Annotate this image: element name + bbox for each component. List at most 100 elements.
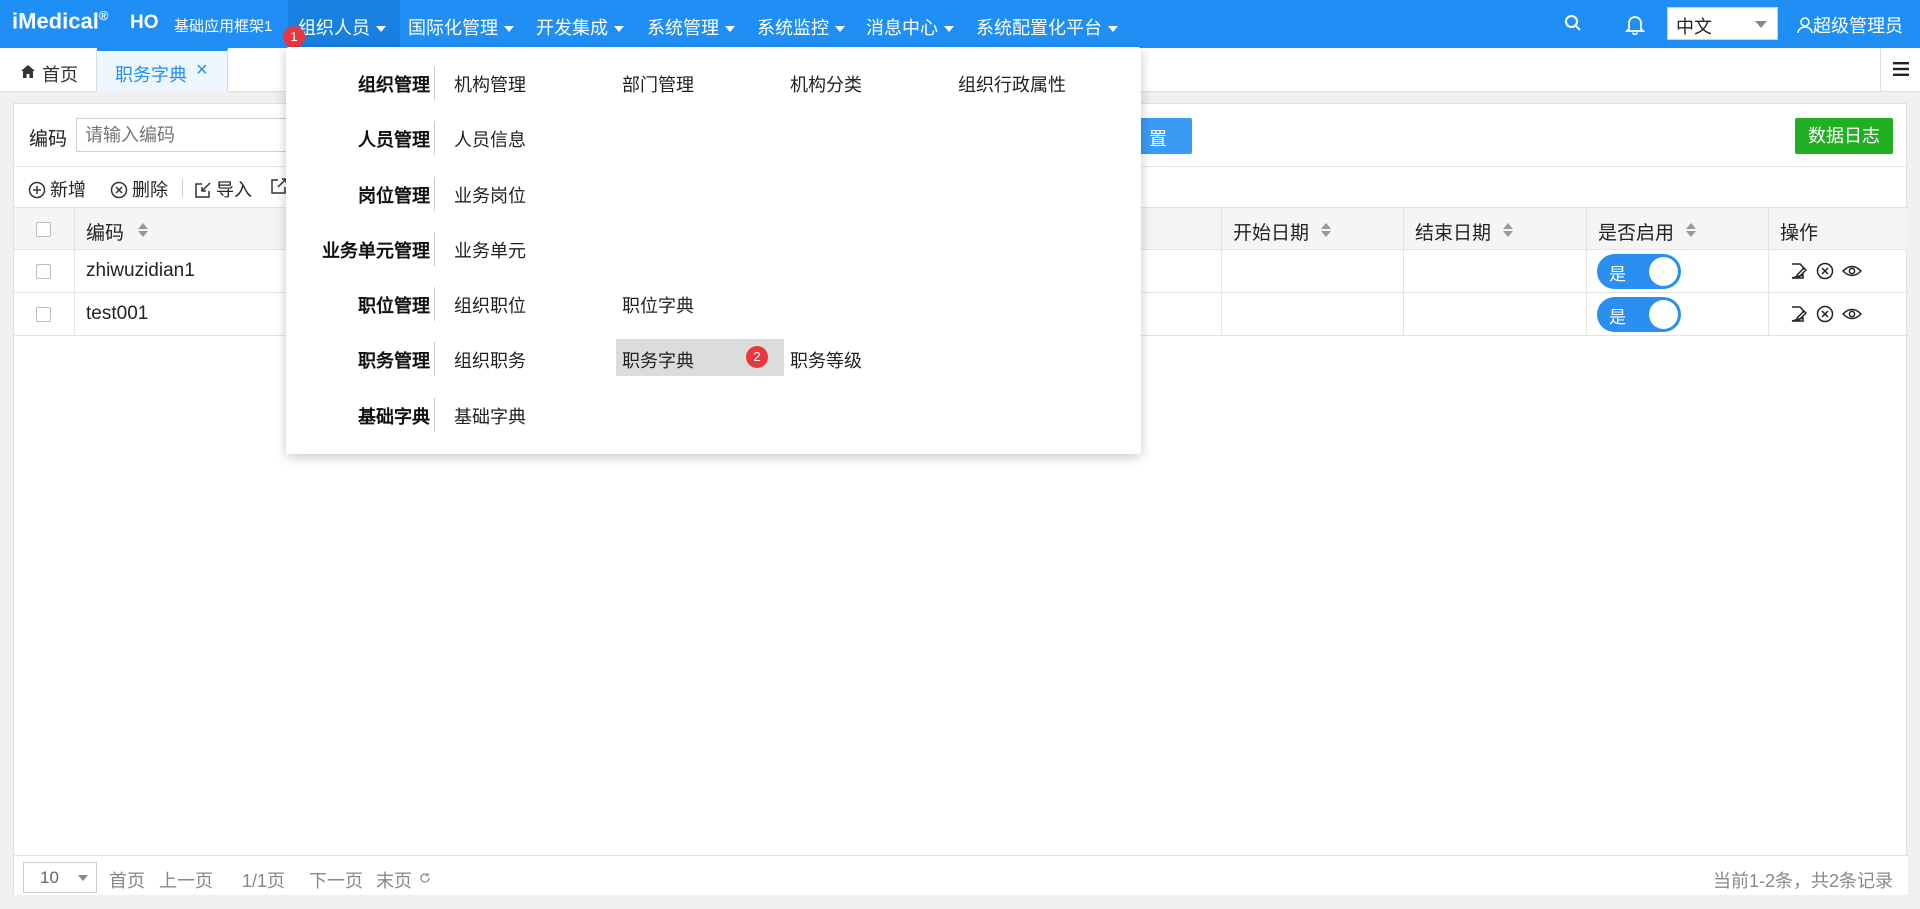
menu-item[interactable]: 组织职务 — [454, 347, 526, 373]
enabled-toggle[interactable]: 是 — [1597, 297, 1681, 332]
sort-icon — [1686, 223, 1696, 237]
menu-category: 基础字典 — [358, 407, 430, 427]
menu-item-duty-dictionary[interactable]: 职务字典 — [622, 347, 694, 373]
import-icon — [195, 182, 211, 198]
caret-down-icon — [944, 26, 954, 33]
prev-page-link[interactable]: 上一页 — [159, 867, 213, 893]
menu-divider — [434, 287, 435, 321]
menu-group-personnel: 人员管理 人员信息 — [286, 118, 1141, 156]
bell-icon[interactable] — [1624, 13, 1646, 40]
cell-end-date — [1404, 250, 1587, 293]
tab-position-dictionary[interactable]: 职务字典 × — [97, 48, 228, 92]
nav-dev-integration[interactable]: 开发集成 — [536, 14, 624, 40]
menu-divider — [434, 66, 435, 100]
user-icon — [1797, 17, 1813, 34]
select-all-checkbox[interactable] — [36, 222, 51, 237]
first-page-link[interactable]: 首页 — [109, 867, 145, 893]
cell-end-date — [1404, 293, 1587, 336]
menu-item[interactable]: 职位字典 — [622, 292, 694, 318]
chevron-down-icon — [78, 875, 88, 881]
cell-start-date — [1222, 250, 1404, 293]
menu-item[interactable]: 机构管理 — [454, 71, 526, 97]
header-end-date[interactable]: 结束日期 — [1404, 208, 1587, 251]
tabs-menu-button[interactable] — [1880, 48, 1920, 92]
hamburger-icon — [1893, 62, 1909, 76]
menu-item[interactable]: 人员信息 — [454, 126, 526, 152]
page-size-select[interactable]: 10 — [23, 862, 97, 893]
language-select[interactable]: 中文 — [1667, 7, 1778, 40]
top-navigation-bar: iMedical® HO 基础应用框架1 组织人员 国际化管理 开发集成 系统管… — [0, 0, 1920, 48]
delete-icon[interactable] — [1816, 262, 1834, 280]
menu-divider — [434, 232, 435, 266]
delete-icon[interactable] — [1816, 305, 1834, 323]
record-summary: 当前1-2条，共2条记录 — [1713, 871, 1894, 891]
menu-category: 岗位管理 — [358, 186, 430, 206]
menu-item[interactable]: 业务单元 — [454, 237, 526, 263]
edit-icon[interactable] — [1789, 305, 1807, 323]
header-start-date[interactable]: 开始日期 — [1222, 208, 1404, 251]
header-actions: 操作 — [1780, 223, 1819, 244]
nav-i18n[interactable]: 国际化管理 — [408, 14, 514, 40]
menu-group-post: 岗位管理 业务岗位 — [286, 174, 1141, 212]
view-icon[interactable] — [1842, 263, 1862, 279]
sort-icon — [1503, 223, 1513, 237]
menu-divider — [434, 177, 435, 211]
nav-message-center[interactable]: 消息中心 — [866, 14, 954, 40]
menu-item[interactable]: 机构分类 — [790, 71, 862, 97]
tab-home[interactable]: 首页 — [0, 48, 97, 91]
caret-down-icon — [725, 26, 735, 33]
row-checkbox[interactable] — [36, 307, 51, 322]
menu-divider — [434, 342, 435, 376]
pagination-bar: 10 首页 上一页 1/1页 下一页 末页 当前1-2条，共2条记录 — [14, 855, 1908, 895]
header-enabled[interactable]: 是否启用 — [1587, 208, 1769, 251]
home-icon — [21, 65, 35, 78]
data-log-button[interactable]: 数据日志 — [1795, 118, 1893, 154]
import-button[interactable]: 导入 — [194, 176, 252, 202]
menu-item[interactable]: 部门管理 — [622, 71, 694, 97]
menu-group-business-unit: 业务单元管理 业务单元 — [286, 229, 1141, 267]
caret-down-icon — [1108, 26, 1118, 33]
menu-item[interactable]: 业务岗位 — [454, 182, 526, 208]
menu-category: 职务管理 — [358, 351, 430, 371]
app-logo: iMedical® — [12, 8, 109, 34]
view-icon[interactable] — [1842, 306, 1862, 322]
menu-item[interactable]: 组织行政属性 — [958, 71, 1066, 97]
user-menu[interactable]: 超级管理员 — [1797, 12, 1903, 38]
org-personnel-dropdown: 组织管理 机构管理 部门管理 机构分类 组织行政属性 人员管理 人员信息 岗位管… — [286, 47, 1141, 454]
page-indicator: 1/1页 — [242, 871, 286, 891]
nav-org-personnel[interactable]: 组织人员 — [298, 14, 386, 40]
cell-enabled: 是 — [1587, 250, 1769, 293]
close-icon[interactable]: × — [196, 59, 208, 82]
menu-item[interactable]: 基础字典 — [454, 403, 526, 429]
caret-down-icon — [835, 26, 845, 33]
menu-group-position: 职位管理 组织职位 职位字典 — [286, 284, 1141, 322]
caret-down-icon — [504, 26, 514, 33]
cell-enabled: 是 — [1587, 293, 1769, 336]
next-page-link[interactable]: 下一页 — [309, 867, 363, 893]
row-select-cell — [14, 293, 75, 336]
search-code-label: 编码 — [29, 129, 68, 150]
delete-button[interactable]: 删除 — [110, 176, 168, 202]
app-subtitle: 基础应用框架1 — [174, 18, 273, 35]
cell-actions — [1769, 250, 1908, 293]
last-page-link[interactable]: 末页 — [376, 867, 412, 893]
refresh-icon[interactable] — [419, 872, 431, 884]
close-circle-icon — [110, 181, 128, 199]
menu-item[interactable]: 职务等级 — [790, 347, 862, 373]
menu-category: 组织管理 — [358, 75, 430, 95]
nav-system-monitor[interactable]: 系统监控 — [757, 14, 845, 40]
enabled-toggle[interactable]: 是 — [1597, 254, 1681, 289]
search-code-input[interactable] — [76, 118, 306, 152]
edit-icon[interactable] — [1789, 262, 1807, 280]
nav-config-platform[interactable]: 系统配置化平台 — [976, 14, 1118, 40]
row-checkbox[interactable] — [36, 264, 51, 279]
menu-group-duty: 职务管理 组织职务 职务字典 2 职务等级 — [286, 339, 1141, 377]
menu-divider — [434, 398, 435, 432]
nav-system-admin[interactable]: 系统管理 — [647, 14, 735, 40]
add-button[interactable]: 新增 — [28, 176, 86, 202]
select-all-cell — [14, 208, 75, 251]
sort-icon — [1321, 223, 1331, 237]
chevron-down-icon — [1755, 21, 1767, 28]
search-icon[interactable] — [1564, 14, 1582, 37]
menu-item[interactable]: 组织职位 — [454, 292, 526, 318]
